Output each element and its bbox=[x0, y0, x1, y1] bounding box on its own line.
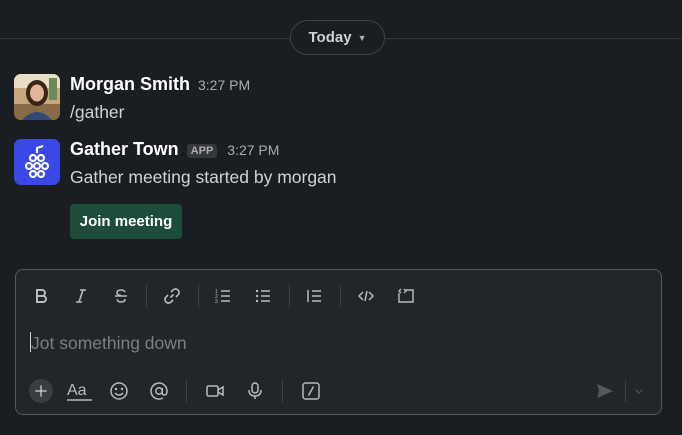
toolbar-divider bbox=[289, 285, 290, 307]
app-badge: APP bbox=[186, 144, 218, 158]
date-label: Today bbox=[308, 29, 352, 46]
video-icon[interactable] bbox=[202, 378, 228, 404]
strikethrough-icon[interactable] bbox=[111, 286, 131, 306]
ordered-list-icon[interactable]: 123 bbox=[213, 286, 233, 306]
message-item: Morgan Smith 3:27 PM /gather bbox=[14, 74, 250, 123]
code-icon[interactable] bbox=[356, 286, 376, 306]
message-text: /gather bbox=[70, 102, 125, 122]
link-icon[interactable] bbox=[162, 286, 182, 306]
code-block-icon[interactable] bbox=[396, 286, 416, 306]
send-icon[interactable] bbox=[592, 378, 618, 404]
toolbar-divider bbox=[146, 285, 147, 307]
toolbar-divider bbox=[282, 380, 283, 402]
toolbar-divider bbox=[625, 380, 626, 402]
slash-command-icon[interactable] bbox=[298, 378, 324, 404]
microphone-icon[interactable] bbox=[242, 378, 268, 404]
italic-icon[interactable] bbox=[71, 286, 91, 306]
bulleted-list-icon[interactable] bbox=[253, 286, 273, 306]
toolbar-divider bbox=[186, 380, 187, 402]
message-composer: 123 Jot something down Aa bbox=[15, 269, 662, 415]
add-button[interactable] bbox=[28, 378, 54, 404]
message-input[interactable]: Jot something down bbox=[30, 332, 187, 354]
plus-icon bbox=[29, 379, 53, 403]
svg-text:3: 3 bbox=[215, 299, 218, 305]
mention-icon[interactable] bbox=[146, 378, 172, 404]
toolbar-divider bbox=[198, 285, 199, 307]
date-divider-button[interactable]: Today ▼ bbox=[290, 20, 385, 55]
svg-text:Aa: Aa bbox=[67, 382, 87, 399]
timestamp[interactable]: 3:27 PM bbox=[227, 142, 279, 158]
input-placeholder: Jot something down bbox=[31, 333, 187, 353]
avatar[interactable] bbox=[14, 74, 60, 120]
message-text: Gather meeting started by morgan bbox=[70, 167, 337, 187]
message-item: Gather Town APP 3:27 PM Gather meeting s… bbox=[14, 139, 337, 188]
author-name[interactable]: Gather Town bbox=[70, 139, 179, 160]
chevron-down-icon[interactable] bbox=[629, 378, 649, 404]
bold-icon[interactable] bbox=[31, 286, 51, 306]
formatting-icon[interactable]: Aa bbox=[66, 378, 94, 404]
toolbar-divider bbox=[340, 285, 341, 307]
join-meeting-button[interactable]: Join meeting bbox=[70, 204, 182, 239]
chevron-down-icon: ▼ bbox=[357, 32, 367, 43]
timestamp[interactable]: 3:27 PM bbox=[198, 77, 250, 93]
blockquote-icon[interactable] bbox=[304, 286, 324, 306]
emoji-icon[interactable] bbox=[106, 378, 132, 404]
author-name[interactable]: Morgan Smith bbox=[70, 74, 190, 95]
gather-town-logo[interactable] bbox=[14, 139, 60, 185]
